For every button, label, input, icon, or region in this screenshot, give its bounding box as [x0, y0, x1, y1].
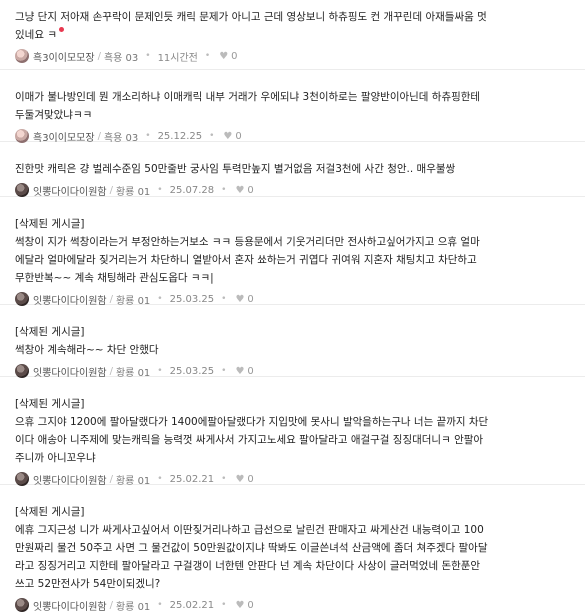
avatar[interactable] [15, 364, 29, 378]
comment-line: [삭제된 게시글] [15, 506, 85, 518]
comment-body[interactable]: 이매가 불나방인데 뭔 개소리하냐 이매캐릭 내부 거래가 우에되냐 3천이하로… [15, 88, 575, 124]
comment-line: 에달라 얼마에달라 짖거리는거 차단하니 열받아서 혼자 쑈하는거 귀엽다 귀여… [15, 254, 477, 266]
comment-body[interactable]: [삭제된 게시글] 으휴 그지야 1200에 팔아달랬다가 1400에팔아달랬다… [15, 395, 575, 467]
comment-body[interactable]: 진한맛 캐릭은 걍 벌레수준임 50만줄반 궁사임 투력만높지 별거없음 저걸3… [15, 160, 575, 178]
comment-meta: 흑3이이모모장 / 흑용 03 • 11시간전 • ♥ 0 [15, 48, 575, 64]
avatar[interactable] [15, 183, 29, 197]
comment-line: [삭제된 게시글] [15, 326, 85, 338]
like-count: 0 [247, 473, 254, 485]
bullet-icon: • [221, 185, 227, 195]
comment-line: 썩창아 계속해라~~ 차단 안했다 [15, 344, 159, 356]
like-count: 0 [247, 365, 254, 377]
heart-icon[interactable]: ♥ [219, 51, 228, 62]
comment-item: 이매가 불나방인데 뭔 개소리하냐 이매캐릭 내부 거래가 우에되냐 3천이하로… [0, 70, 585, 144]
bullet-icon: • [209, 131, 215, 141]
comment-line: 에휴 그지근성 니가 싸게사고싶어서 이딴짖거리나하고 급선으로 날린건 판매자… [15, 524, 484, 536]
comment-item: [삭제된 게시글] 에휴 그지근성 니가 싸게사고싶어서 이딴짖거리나하고 급선… [0, 485, 585, 615]
separator: / [97, 130, 101, 142]
heart-icon[interactable]: ♥ [235, 294, 244, 305]
comment-line: 그냥 단지 저아재 손꾸락이 문제인듯 캐릭 문제가 아니고 근데 영상보니 하… [15, 11, 487, 23]
avatar[interactable] [15, 292, 29, 306]
avatar[interactable] [15, 472, 29, 486]
comment-line: 무한반복~~ 계속 채팅해라 관심도옵다 ㅋㅋ| [15, 272, 214, 284]
timestamp: 25.02.21 [169, 473, 215, 485]
bullet-icon: • [145, 131, 151, 141]
separator: / [109, 293, 113, 305]
comment-line: 이다 애송아 니주제에 맞는캐릭을 능력껏 싸게사서 가지고노세요 팔아달라고 … [15, 434, 484, 446]
comment-line: 주니까 아니꼬우냐 [15, 452, 96, 464]
bullet-icon: • [157, 600, 163, 610]
comment-line: 으휴 그지야 1200에 팔아달랬다가 1400에팔아달랬다가 지입맛에 못사니… [15, 416, 489, 428]
new-indicator-icon [58, 27, 64, 32]
timestamp: 25.03.25 [169, 365, 215, 377]
heart-icon[interactable]: ♥ [223, 131, 232, 142]
separator: / [109, 473, 113, 485]
comment-line: 쓰고 52만전사가 54만이되겠니? [15, 578, 161, 590]
avatar[interactable] [15, 49, 29, 63]
timestamp: 25.02.21 [169, 599, 215, 611]
separator: / [97, 50, 101, 62]
comment-body[interactable]: [삭제된 게시글] 썩창아 계속해라~~ 차단 안했다 [15, 323, 575, 359]
comment-line: 썩창이 지가 썩창이라는거 부정안하는거보소 ㅋㅋ 등용문에서 기웃거리더만 전… [15, 236, 480, 248]
timestamp: 25.12.25 [157, 130, 203, 142]
author-name[interactable]: 잇뽕다이다이원함 [33, 598, 107, 613]
bullet-icon: • [157, 294, 163, 304]
author-level: 황룡 01 [115, 601, 151, 613]
comment-line: [삭제된 게시글] [15, 398, 85, 410]
avatar[interactable] [15, 598, 29, 612]
comment-meta: 잇뽕다이다이원함 / 황룡 01 • 25.02.21 • ♥ 0 [15, 597, 575, 613]
comment-line: 라고 징징거리고 지한테 팔아달라고 구걸갱이 너한텐 안판다 넌 계속 차단이… [15, 560, 481, 572]
bullet-icon: • [221, 474, 227, 484]
comment-line: 이매가 불나방인데 뭔 개소리하냐 이매캐릭 내부 거래가 우에되냐 3천이하로… [15, 91, 481, 103]
like-count: 0 [231, 50, 238, 62]
author-name[interactable]: 흑3이이모모장 [33, 49, 95, 64]
bullet-icon: • [221, 600, 227, 610]
comment-item: [삭제된 게시글] 썩창이 지가 썩창이라는거 부정안하는거보소 ㅋㅋ 등용문에… [0, 197, 585, 307]
timestamp: 25.03.25 [169, 293, 215, 305]
heart-icon[interactable]: ♥ [235, 366, 244, 377]
author-name[interactable]: 잇뽕다이다이원함 [33, 183, 107, 198]
comment-line: 만원짜리 물건 50주고 사면 그 물건값이 50만원값이지냐 딱봐도 이글쓴녀… [15, 542, 488, 554]
heart-icon[interactable]: ♥ [235, 185, 244, 196]
timestamp: 25.07.28 [169, 184, 215, 196]
separator: / [109, 599, 113, 611]
bullet-icon: • [221, 294, 227, 304]
bullet-icon: • [204, 51, 211, 61]
comment-line: [삭제된 게시글] [15, 218, 85, 230]
comment-line: 두둘겨맞았냐ㅋㅋ [15, 109, 93, 121]
avatar[interactable] [15, 129, 29, 143]
comment-line: 진한맛 캐릭은 걍 벌레수준임 50만줄반 궁사임 투력만높지 별거없음 저걸3… [15, 163, 456, 175]
like-count: 0 [247, 293, 254, 305]
separator: / [109, 184, 113, 196]
heart-icon[interactable]: ♥ [235, 600, 244, 611]
author-level: 황룡 01 [115, 186, 151, 198]
heart-icon[interactable]: ♥ [235, 474, 244, 485]
timestamp: 11시간전 [157, 52, 198, 64]
comment-body[interactable]: [삭제된 게시글] 에휴 그지근성 니가 싸게사고싶어서 이딴짖거리나하고 급선… [15, 503, 575, 593]
comment-body[interactable]: [삭제된 게시글] 썩창이 지가 썩창이라는거 부정안하는거보소 ㅋㅋ 등용문에… [15, 215, 575, 287]
bullet-icon: • [157, 185, 163, 195]
bullet-icon: • [145, 51, 151, 61]
comment-body[interactable]: 그냥 단지 저아재 손꾸락이 문제인듯 캐릭 문제가 아니고 근데 영상보니 하… [15, 8, 575, 44]
bullet-icon: • [157, 474, 163, 484]
comment-item: 진한맛 캐릭은 걍 벌레수준임 50만줄반 궁사임 투력만높지 별거없음 저걸3… [0, 142, 585, 198]
comment-line: 있네요 ㅋ [15, 26, 575, 44]
like-count: 0 [247, 184, 254, 196]
comment-item: 그냥 단지 저아재 손꾸락이 문제인듯 캐릭 문제가 아니고 근데 영상보니 하… [0, 0, 585, 70]
separator: / [109, 365, 113, 377]
author-level: 흑용 03 [103, 52, 139, 64]
comment-item: [삭제된 게시글] 으휴 그지야 1200에 팔아달랬다가 1400에팔아달랬다… [0, 377, 585, 487]
bullet-icon: • [221, 366, 227, 376]
bullet-icon: • [157, 366, 163, 376]
like-count: 0 [235, 130, 242, 142]
like-count: 0 [247, 599, 254, 611]
comment-list: 그냥 단지 저아재 손꾸락이 문제인듯 캐릭 문제가 아니고 근데 영상보니 하… [0, 0, 585, 615]
comment-item: [삭제된 게시글] 썩창아 계속해라~~ 차단 안했다 잇뽕다이다이원함 / 황… [0, 305, 585, 379]
comment-meta: 잇뽕다이다이원함 / 황룡 01 • 25.07.28 • ♥ 0 [15, 182, 575, 198]
